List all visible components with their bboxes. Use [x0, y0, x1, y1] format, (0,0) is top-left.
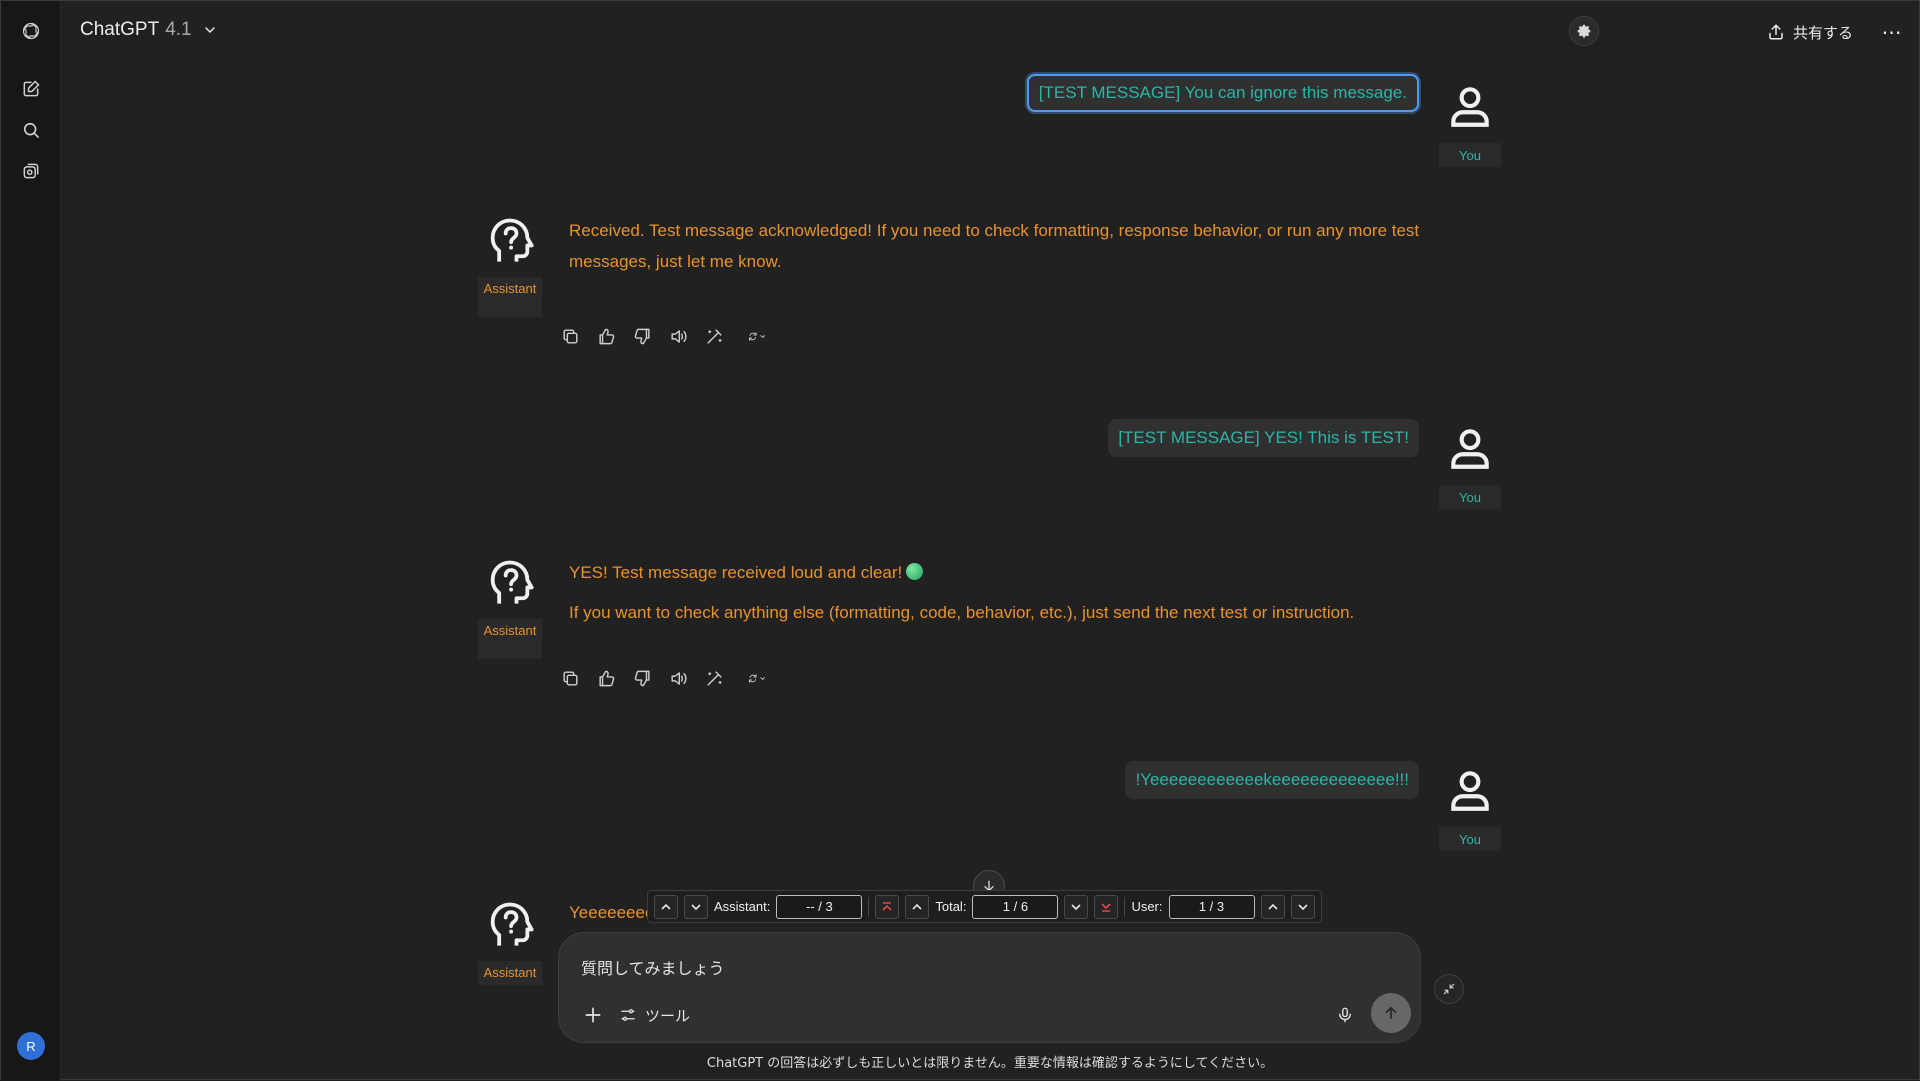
assistant-message: Received. Test message acknowledged! If … — [569, 215, 1429, 286]
assistant-message-avatar: Assistant — [478, 551, 542, 659]
green-circle-emoji-icon — [906, 563, 924, 580]
microphone-icon[interactable] — [1331, 1001, 1359, 1029]
assistant-paragraph: Received. Test message acknowledged! If … — [569, 221, 1420, 271]
divider — [1124, 896, 1126, 917]
composer-input[interactable]: 質問してみましょう — [581, 955, 725, 979]
model-version: 4.1 — [165, 19, 192, 40]
assistant-paragraph: YES! Test message received loud and clea… — [569, 557, 1449, 588]
message-navigator: Assistant: -- / 3 Total: 1 / 6 User: 1 /… — [647, 890, 1322, 923]
thumbs-down-icon[interactable] — [629, 323, 655, 349]
assistant-role-label: Assistant — [478, 961, 542, 985]
read-aloud-icon[interactable] — [665, 665, 691, 691]
message-actions — [557, 665, 777, 691]
chevron-down-icon — [204, 27, 215, 34]
more-options-icon[interactable]: ⋯ — [1877, 17, 1907, 47]
assistant-message-avatar: Assistant — [478, 209, 542, 317]
thumbs-up-icon[interactable] — [593, 665, 619, 691]
sliders-icon — [621, 1009, 635, 1021]
thumbs-down-icon[interactable] — [629, 665, 655, 691]
sidebar-rail: R — [1, 1, 61, 1081]
plus-icon[interactable] — [579, 1001, 607, 1029]
disclaimer-text: ChatGPT の回答は必ずしも正しいとは限りません。重要な情報は確認するように… — [706, 1056, 1274, 1071]
assistant-nav-field[interactable]: -- / 3 — [776, 894, 863, 919]
send-arrow-icon[interactable] — [1371, 993, 1411, 1033]
assistant-prev-icon[interactable] — [654, 894, 678, 919]
user-message[interactable]: [TEST MESSAGE] You can ignore this messa… — [1026, 74, 1419, 112]
person-icon — [1439, 759, 1501, 821]
app-window: R ChatGPT 4.1 共有する ⋯ [TEST MESSAGE] You … — [0, 0, 1920, 1081]
user-role-label: You — [1439, 827, 1501, 851]
message-actions — [557, 323, 777, 349]
assistant-message-partial: Yeeeeeeee — [569, 903, 647, 922]
jump-to-bottom-icon[interactable] — [1094, 894, 1119, 919]
copy-icon[interactable] — [557, 665, 583, 691]
read-aloud-icon[interactable] — [665, 323, 691, 349]
search-icon[interactable] — [15, 114, 47, 146]
total-nav-field[interactable]: 1 / 6 — [972, 894, 1059, 919]
assistant-message: YES! Test message received loud and clea… — [569, 557, 1449, 637]
model-selector[interactable]: ChatGPT 4.1 — [80, 19, 218, 41]
user-message[interactable]: !Yeeeeeeeeeeeekeeeeeeeeeeeee!!! — [1125, 761, 1419, 799]
user-nav-field[interactable]: 1 / 3 — [1168, 894, 1255, 919]
person-icon — [1439, 417, 1501, 479]
share-button[interactable]: 共有する — [1767, 17, 1853, 47]
assistant-role-label: Assistant — [478, 619, 542, 659]
assistant-next-icon[interactable] — [684, 894, 708, 919]
assistant-nav-label: Assistant: — [714, 899, 771, 914]
user-message-text: [TEST MESSAGE] YES! This is TEST! — [1118, 428, 1409, 447]
user-message-avatar: You — [1439, 75, 1501, 167]
jump-to-top-icon[interactable] — [875, 894, 900, 919]
total-next-icon[interactable] — [1064, 894, 1089, 919]
user-message-avatar: You — [1439, 759, 1501, 851]
new-chat-icon[interactable] — [15, 73, 47, 105]
person-icon — [1439, 75, 1501, 137]
divider — [868, 896, 870, 917]
user-message-avatar: You — [1439, 417, 1501, 509]
total-nav-label: Total: — [935, 899, 967, 914]
user-role-label: You — [1439, 485, 1501, 509]
openai-logo-icon[interactable] — [15, 15, 47, 47]
assistant-paragraph-text: YES! Test message received loud and clea… — [569, 563, 903, 582]
user-nav-label: User: — [1131, 899, 1163, 914]
share-label: 共有する — [1793, 23, 1854, 42]
thumbs-up-icon[interactable] — [593, 323, 619, 349]
model-name: ChatGPT — [80, 19, 160, 40]
user-role-label: You — [1439, 143, 1501, 167]
user-prev-icon[interactable] — [1260, 894, 1285, 919]
message-composer[interactable]: 質問してみましょう ツール — [558, 932, 1421, 1043]
total-prev-icon[interactable] — [905, 894, 930, 919]
regenerate-icon[interactable] — [737, 323, 777, 349]
assistant-role-label: Assistant — [478, 277, 542, 317]
regenerate-icon[interactable] — [737, 665, 777, 691]
assistant-message-avatar: Assistant — [478, 893, 542, 985]
edit-wand-icon[interactable] — [701, 665, 727, 691]
assistant-question-head-icon — [479, 893, 541, 955]
user-message-text: [TEST MESSAGE] You can ignore this messa… — [1038, 83, 1407, 102]
user-next-icon[interactable] — [1290, 894, 1315, 919]
assistant-question-head-icon — [479, 551, 541, 613]
settings-gear-icon[interactable] — [1569, 16, 1599, 46]
share-icon — [1769, 24, 1783, 40]
copy-icon[interactable] — [557, 323, 583, 349]
tools-button[interactable]: ツール — [619, 1001, 690, 1029]
user-message-text: !Yeeeeeeeeeeeekeeeeeeeeeeeee!!! — [1135, 770, 1409, 789]
library-icon[interactable] — [15, 155, 47, 187]
assistant-paragraph: If you want to check anything else (form… — [569, 603, 1355, 622]
edit-wand-icon[interactable] — [701, 323, 727, 349]
user-message[interactable]: [TEST MESSAGE] YES! This is TEST! — [1108, 419, 1419, 457]
tools-label: ツール — [645, 1006, 691, 1025]
assistant-question-head-icon — [479, 209, 541, 271]
collapse-icon[interactable] — [1434, 974, 1464, 1004]
